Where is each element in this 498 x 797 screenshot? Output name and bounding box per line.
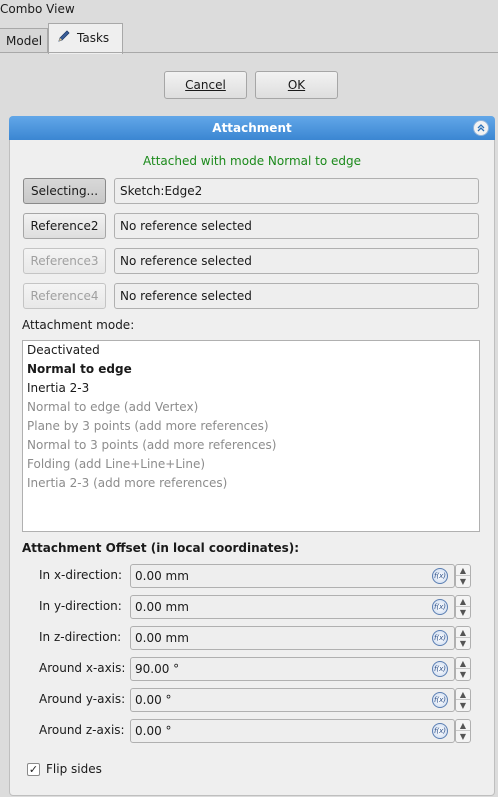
list-item[interactable]: Folding (add Line+Line+Line) [27, 457, 205, 471]
list-item[interactable]: Normal to 3 points (add more references) [27, 438, 276, 452]
z-direction-value: 0.00 mm [135, 631, 189, 645]
chevron-up-icon[interactable]: ▲ [456, 627, 470, 638]
attachment-header-title: Attachment [212, 121, 292, 135]
y-direction-value: 0.00 mm [135, 600, 189, 614]
list-item[interactable]: Inertia 2-3 [27, 381, 89, 395]
tab-bar: Model Tasks [0, 22, 498, 54]
reference2-button-label: Reference2 [30, 219, 99, 233]
chevron-up-icon[interactable]: ▲ [456, 596, 470, 607]
cancel-button-label: Cancel [185, 78, 226, 92]
chevron-up-icon[interactable]: ▲ [456, 720, 470, 731]
chevron-down-icon[interactable]: ▼ [456, 700, 470, 711]
checkmark-icon: ✓ [28, 763, 39, 776]
y-direction-input[interactable]: 0.00 mm f(x) [130, 595, 455, 619]
chevron-up-icon[interactable]: ▲ [456, 565, 470, 576]
x-direction-value: 0.00 mm [135, 569, 189, 583]
reference3-button[interactable]: Reference3 [23, 248, 106, 274]
fx-expression-icon[interactable]: f(x) [432, 692, 448, 708]
z-axis-input[interactable]: 0.00 ° f(x) [130, 719, 455, 743]
attachment-mode-label: Attachment mode: [22, 318, 135, 332]
z-axis-stepper[interactable]: ▲ ▼ [455, 719, 471, 743]
attachment-mode-list[interactable]: Deactivated Normal to edge Inertia 2-3 N… [22, 340, 480, 532]
x-axis-stepper[interactable]: ▲ ▼ [455, 657, 471, 681]
y-direction-stepper[interactable]: ▲ ▼ [455, 595, 471, 619]
list-item[interactable]: Plane by 3 points (add more references) [27, 419, 269, 433]
double-chevron-up-icon[interactable] [473, 120, 489, 136]
chevron-down-icon[interactable]: ▼ [456, 576, 470, 587]
reference2-button[interactable]: Reference2 [23, 213, 106, 239]
list-item[interactable]: Deactivated [27, 343, 100, 357]
x-direction-stepper[interactable]: ▲ ▼ [455, 564, 471, 588]
pencil-icon [57, 25, 71, 53]
attachment-status: Attached with mode Normal to edge [143, 154, 361, 168]
y-direction-label: In y-direction: [39, 599, 122, 613]
reference3-button-label: Reference3 [30, 254, 99, 268]
x-direction-label: In x-direction: [39, 568, 123, 582]
reference2-field[interactable]: No reference selected [114, 213, 479, 239]
reference3-field[interactable]: No reference selected [114, 248, 479, 274]
selecting-button[interactable]: Selecting... [23, 178, 106, 204]
reference4-button-label: Reference4 [30, 289, 99, 303]
tab-tasks[interactable]: Tasks [48, 23, 123, 54]
reference1-field[interactable]: Sketch:Edge2 [114, 178, 479, 204]
fx-expression-icon[interactable]: f(x) [432, 599, 448, 615]
flip-sides-checkbox[interactable]: ✓ [27, 763, 40, 776]
x-axis-label: Around x-axis: [39, 661, 126, 675]
attachment-panel-header: Attachment [9, 116, 495, 140]
reference4-button[interactable]: Reference4 [23, 283, 106, 309]
chevron-up-icon[interactable]: ▲ [456, 658, 470, 669]
x-direction-input[interactable]: 0.00 mm f(x) [130, 564, 455, 588]
z-direction-stepper[interactable]: ▲ ▼ [455, 626, 471, 650]
fx-expression-icon[interactable]: f(x) [432, 661, 448, 677]
tab-divider [0, 52, 498, 53]
x-axis-value: 90.00 ° [135, 662, 180, 676]
list-item[interactable]: Normal to edge [27, 362, 132, 376]
fx-expression-icon[interactable]: f(x) [432, 630, 448, 646]
chevron-down-icon[interactable]: ▼ [456, 638, 470, 649]
ok-button-label: OK [287, 78, 306, 92]
y-axis-value: 0.00 ° [135, 693, 172, 707]
list-item[interactable]: Inertia 2-3 (add more references) [27, 476, 227, 490]
chevron-up-icon[interactable]: ▲ [456, 689, 470, 700]
tab-tasks-label: Tasks [77, 31, 110, 45]
y-axis-label: Around y-axis: [39, 692, 126, 706]
window-title: Combo View [0, 2, 75, 16]
flip-sides-label[interactable]: Flip sides [46, 762, 102, 776]
attachment-offset-title: Attachment Offset (in local coordinates)… [22, 541, 300, 555]
chevron-down-icon[interactable]: ▼ [456, 669, 470, 680]
y-axis-input[interactable]: 0.00 ° f(x) [130, 688, 455, 712]
chevron-down-icon[interactable]: ▼ [456, 731, 470, 742]
tab-model-label: Model [6, 34, 43, 48]
list-item[interactable]: Normal to edge (add Vertex) [27, 400, 198, 414]
z-axis-label: Around z-axis: [39, 723, 125, 737]
x-axis-input[interactable]: 90.00 ° f(x) [130, 657, 455, 681]
z-axis-value: 0.00 ° [135, 724, 172, 738]
reference4-field[interactable]: No reference selected [114, 283, 479, 309]
cancel-button[interactable]: Cancel [164, 71, 247, 99]
ok-button[interactable]: OK [255, 71, 338, 99]
z-direction-input[interactable]: 0.00 mm f(x) [130, 626, 455, 650]
chevron-down-icon[interactable]: ▼ [456, 607, 470, 618]
z-direction-label: In z-direction: [39, 630, 122, 644]
tab-model[interactable]: Model [0, 28, 48, 53]
y-axis-stepper[interactable]: ▲ ▼ [455, 688, 471, 712]
fx-expression-icon[interactable]: f(x) [432, 568, 448, 584]
fx-expression-icon[interactable]: f(x) [432, 723, 448, 739]
selecting-button-label: Selecting... [30, 184, 99, 198]
